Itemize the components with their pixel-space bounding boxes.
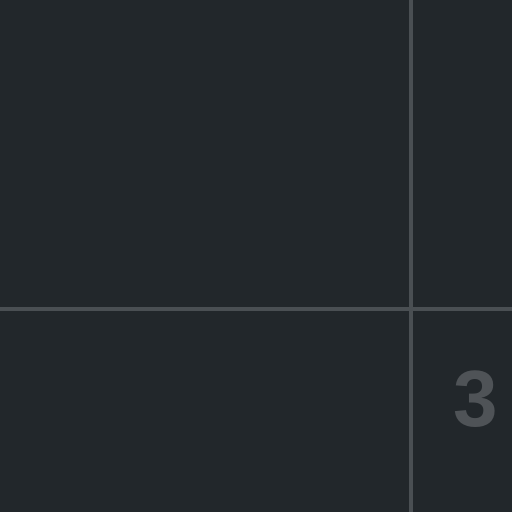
vertical-split-handle[interactable] — [409, 0, 413, 512]
pane-top-right[interactable] — [413, 0, 512, 307]
horizontal-split-handle[interactable] — [0, 307, 512, 311]
pane-top-left[interactable] — [0, 0, 409, 307]
pane-number-label: 3 — [453, 354, 498, 443]
split-pane-layout: 3 — [0, 0, 512, 512]
pane-bottom-left[interactable] — [0, 311, 409, 512]
pane-bottom-right[interactable]: 3 — [413, 311, 512, 512]
